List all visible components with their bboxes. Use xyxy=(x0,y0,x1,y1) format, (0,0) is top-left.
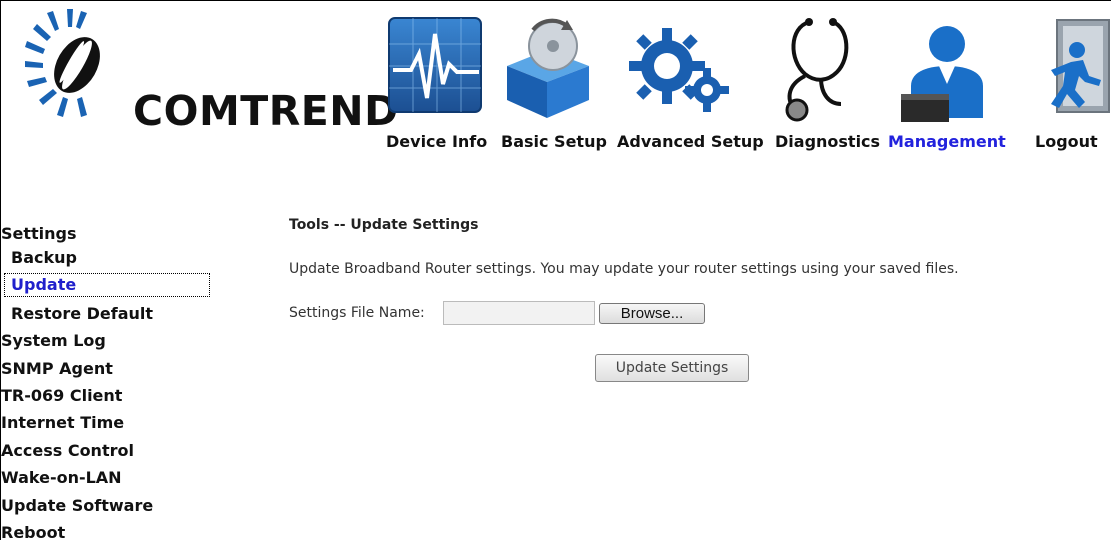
sidebar-item-snmp-agent[interactable]: SNMP Agent xyxy=(1,358,113,380)
sidebar-item-system-log[interactable]: System Log xyxy=(1,330,106,352)
page-title: Tools -- Update Settings xyxy=(289,217,479,233)
sidebar-item-reboot[interactable]: Reboot xyxy=(1,522,65,540)
main-content: Tools -- Update Settings Update Broadban… xyxy=(225,197,1111,540)
brand-name: COMTREND xyxy=(133,87,399,135)
settings-file-input[interactable] xyxy=(443,301,595,325)
nav-advanced-setup[interactable]: Advanced Setup xyxy=(617,132,764,156)
nav-device-info[interactable]: Device Info xyxy=(386,132,487,156)
sidebar-item-access-control[interactable]: Access Control xyxy=(1,440,134,462)
nav-basic-setup[interactable]: Basic Setup xyxy=(501,132,607,156)
sidebar-item-update-software[interactable]: Update Software xyxy=(1,495,153,517)
sidebar-item-wake-on-lan[interactable]: Wake-on-LAN xyxy=(1,467,122,489)
sidebar: Settings Backup Update Restore Default S… xyxy=(1,197,225,540)
nav-logout[interactable]: Logout xyxy=(1035,132,1098,156)
management-icon[interactable] xyxy=(897,14,993,122)
basic-setup-icon[interactable] xyxy=(497,14,597,122)
comtrend-logo: COMTREND xyxy=(17,7,398,137)
advanced-setup-icon[interactable] xyxy=(627,14,729,122)
header: COMTREND Device Info Basic Setup Advance… xyxy=(1,1,1111,197)
sidebar-item-internet-time[interactable]: Internet Time xyxy=(1,412,124,434)
page-description: Update Broadband Router settings. You ma… xyxy=(289,261,959,277)
logout-icon[interactable] xyxy=(1031,14,1111,122)
browse-button[interactable]: Browse... xyxy=(599,303,705,324)
sidebar-item-restore-default[interactable]: Restore Default xyxy=(11,303,153,325)
sidebar-item-tr069-client[interactable]: TR-069 Client xyxy=(1,385,122,407)
stethoscope-icon[interactable] xyxy=(775,14,867,122)
update-settings-button[interactable]: Update Settings xyxy=(595,354,749,382)
settings-file-label: Settings File Name: xyxy=(289,305,425,321)
device-info-icon[interactable] xyxy=(385,14,489,122)
brand-mark-icon xyxy=(25,9,100,117)
sidebar-item-backup[interactable]: Backup xyxy=(11,247,77,269)
sidebar-item-update[interactable]: Update xyxy=(4,273,210,297)
nav-diagnostics[interactable]: Diagnostics xyxy=(775,132,880,156)
sidebar-item-settings[interactable]: Settings xyxy=(1,223,77,245)
app-frame: COMTREND Device Info Basic Setup Advance… xyxy=(0,0,1111,540)
nav-management[interactable]: Management xyxy=(888,132,1006,156)
